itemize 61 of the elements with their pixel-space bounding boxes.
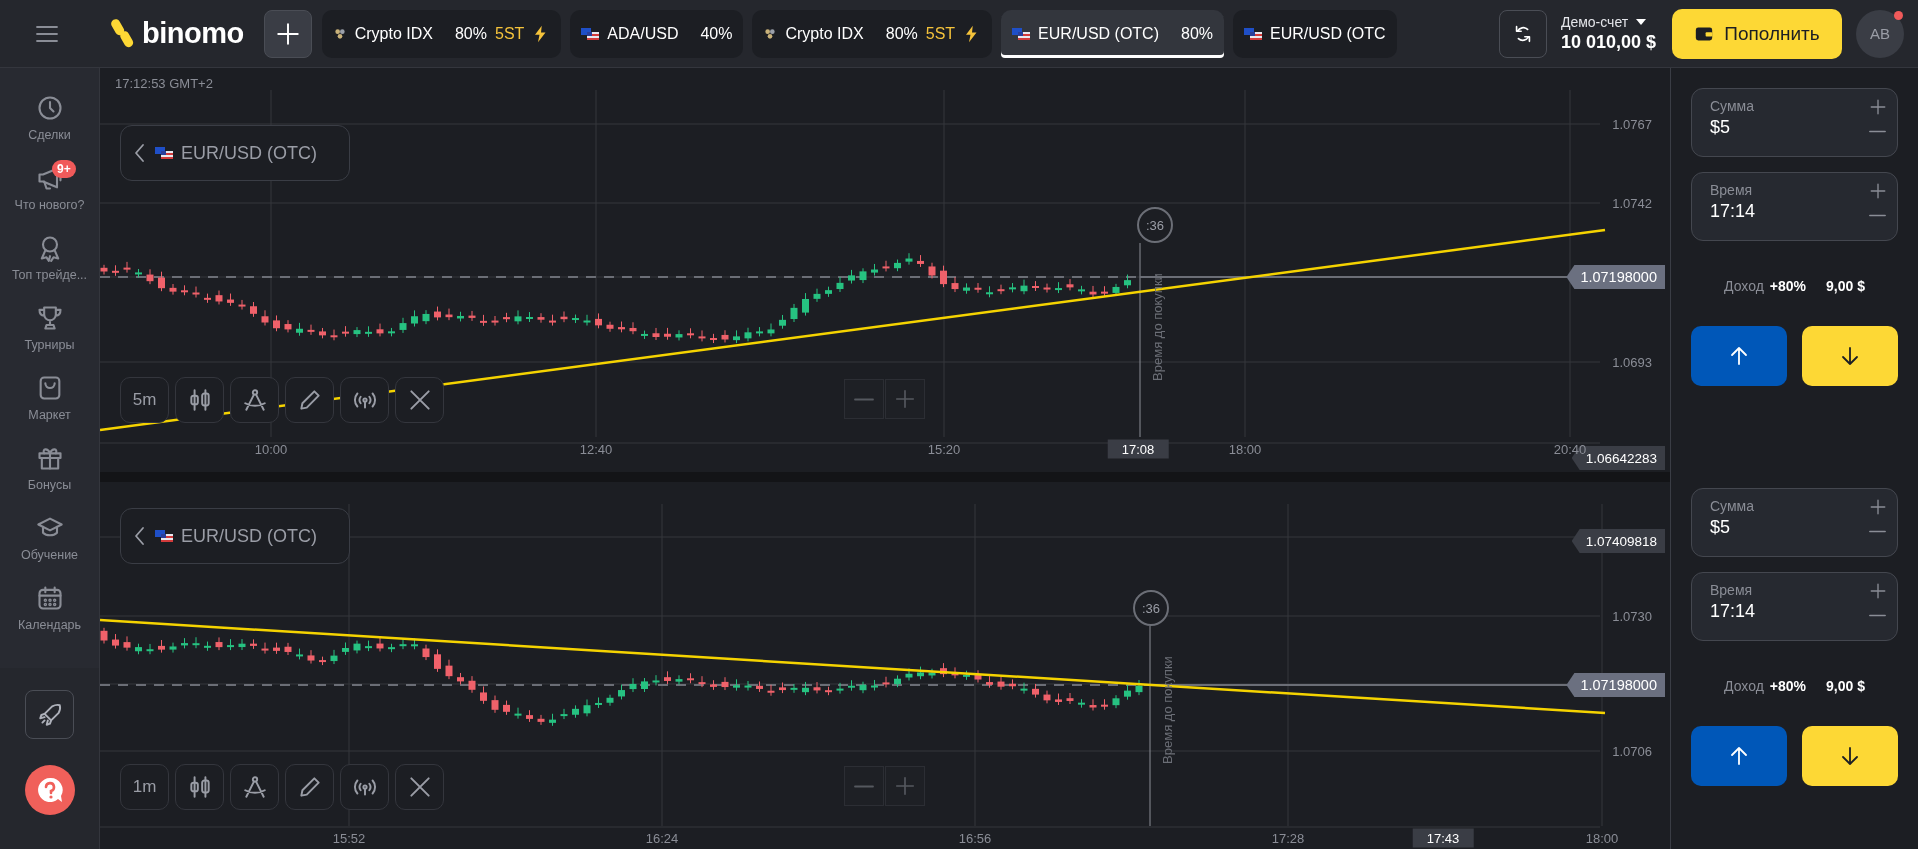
price-label: 1.0730	[1612, 608, 1652, 624]
avatar[interactable]: AB	[1856, 9, 1904, 58]
price-label: 1.0742	[1612, 195, 1652, 211]
price-label: 1.0706	[1612, 743, 1652, 759]
account-balance: 10 010,00 $	[1560, 32, 1656, 53]
time-label: 16:56	[958, 830, 992, 846]
time-label: 18:00	[1228, 441, 1262, 457]
time-label: 16:24	[645, 830, 679, 846]
timeframe-button[interactable]: 5m	[120, 377, 169, 423]
sidebar-item[interactable]: Топ трейде...	[0, 234, 99, 298]
income-info: Доход +80% 9,00 $	[1723, 678, 1866, 694]
time-label: 18:00	[1585, 830, 1619, 846]
price-tag: 1.07409818	[1571, 529, 1665, 553]
time-label: 15:20	[927, 441, 961, 457]
current-time-label: 17:43	[1412, 828, 1474, 848]
asset-selector[interactable]: EUR/USD (OTC)	[120, 508, 350, 564]
sidebar-item[interactable]: Бонусы	[0, 444, 99, 508]
sidebar-item[interactable]: Обучение	[0, 514, 99, 578]
sidebar-item[interactable]: Сделки	[0, 94, 99, 158]
field-value: $5	[1710, 517, 1732, 538]
price-tag: 1.07198000	[1566, 265, 1665, 289]
asset-tab[interactable]: ADA/USD 40%	[570, 9, 744, 58]
sidebar-item[interactable]: Маркет	[0, 374, 99, 438]
sidebar-item[interactable]: Календарь	[0, 584, 99, 648]
time-label: 17:28	[1271, 830, 1305, 846]
asset-tab[interactable]: Crypto IDX 80% 5ST	[321, 9, 562, 58]
countdown-timer: :36	[1137, 207, 1173, 243]
price-tag: 1.07198000	[1566, 673, 1665, 697]
logo-text: binomo	[142, 17, 244, 50]
field-value: 17:14	[1710, 601, 1756, 622]
sidebar-item[interactable]: Турниры	[0, 304, 99, 368]
time-field[interactable]: Время 17:14	[1691, 572, 1898, 641]
countdown-caption: Время до покупки	[1149, 273, 1165, 381]
price-label: 1.0693	[1612, 354, 1652, 370]
current-time-label: 17:08	[1107, 439, 1169, 459]
countdown-caption: Время до покупки	[1159, 655, 1175, 764]
amount-field[interactable]: Сумма $5	[1691, 88, 1898, 157]
timeframe-button[interactable]: 1m	[120, 764, 169, 810]
time-label: 12:40	[579, 441, 613, 457]
field-label: Время	[1710, 582, 1754, 598]
field-value: $5	[1710, 117, 1732, 138]
price-label: 1.0767	[1612, 116, 1652, 132]
asset-tab[interactable]: EUR/USD (OTC) 80%	[1001, 9, 1225, 58]
countdown-timer: :36	[1133, 590, 1169, 626]
amount-field[interactable]: Сумма $5	[1691, 488, 1898, 557]
asset-selector[interactable]: EUR/USD (OTC)	[120, 125, 350, 181]
notification-badge: 9+	[52, 160, 76, 178]
deposit-button[interactable]: Пополнить	[1672, 8, 1842, 59]
clock-label: 17:12:53 GMT+2	[115, 76, 213, 91]
asset-tab[interactable]: EUR/USD (OTC	[1233, 9, 1397, 58]
time-field[interactable]: Время 17:14	[1691, 172, 1898, 241]
field-value: 17:14	[1710, 201, 1756, 222]
income-info: Доход +80% 9,00 $	[1723, 278, 1866, 294]
time-label: 20:40	[1553, 441, 1587, 457]
time-label: 15:52	[332, 830, 366, 846]
field-label: Время	[1710, 182, 1754, 198]
account-selector[interactable]: Демо-счет	[1560, 14, 1656, 30]
field-label: Сумма	[1710, 98, 1754, 114]
time-label: 10:00	[254, 441, 288, 457]
asset-tab[interactable]: Crypto IDX 80% 5ST	[752, 9, 993, 58]
field-label: Сумма	[1710, 498, 1754, 514]
